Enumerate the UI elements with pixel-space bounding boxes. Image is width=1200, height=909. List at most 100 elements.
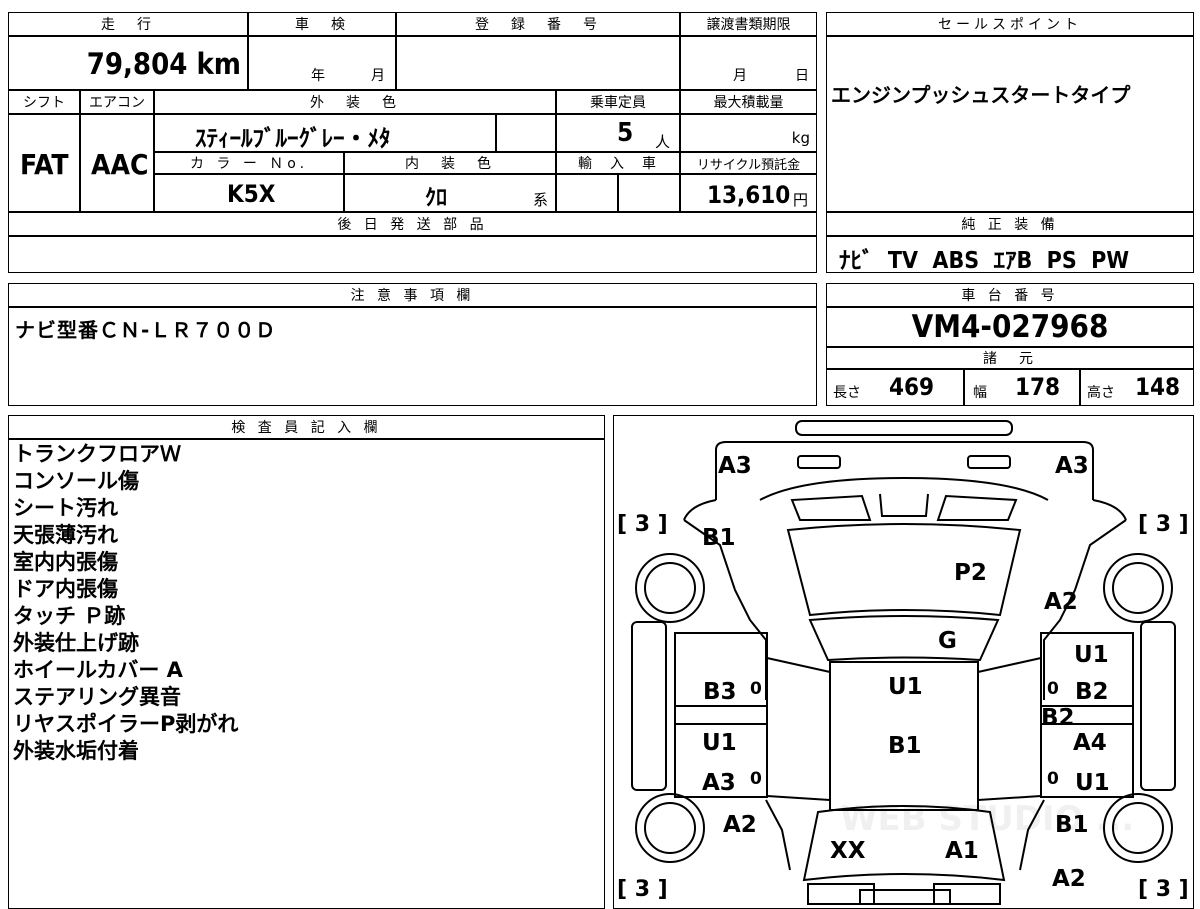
inspector-note: ステアリング異音 bbox=[13, 685, 181, 709]
chassis-label: 車 台 番 号 bbox=[961, 288, 1059, 304]
shift-value: FAT bbox=[20, 148, 69, 181]
wheel-rear-right bbox=[1102, 552, 1173, 623]
damage-mark: A3 bbox=[1055, 453, 1089, 479]
import-cell-a bbox=[556, 174, 618, 212]
wheel-front-left bbox=[634, 792, 705, 863]
capacity-unit: 人 bbox=[655, 133, 671, 151]
notes-cell: ナビ型番ＣＮ-ＬＲ７００Ｄ bbox=[8, 307, 817, 406]
damage-mark: A2 bbox=[1044, 589, 1078, 615]
roof-shape bbox=[808, 614, 999, 661]
width-value: 178 bbox=[1015, 373, 1061, 401]
mileage-cell: 79,804 km bbox=[8, 36, 248, 90]
damage-mark: A1 bbox=[945, 838, 979, 864]
rear-bumper-shape bbox=[794, 419, 1013, 436]
recycle-value: 13,610 bbox=[707, 181, 791, 209]
inspector-note: 外装仕上げ跡 bbox=[13, 631, 139, 655]
rear-light-right bbox=[966, 454, 1011, 469]
recycle-unit: 円 bbox=[793, 191, 809, 209]
maxload-cell: kg bbox=[680, 114, 817, 152]
inspector-note: シート汚れ bbox=[13, 496, 118, 520]
sales-point-value: エンジンプッシュスタートタイプ bbox=[831, 83, 1131, 107]
spoiler-left bbox=[790, 494, 871, 521]
inspector-label: 検 査 員 記 入 欄 bbox=[231, 420, 382, 436]
damage-mark: A2 bbox=[723, 812, 757, 838]
inspection-label: 車 検 bbox=[295, 17, 349, 33]
registration-cell bbox=[396, 36, 680, 90]
notes-value: ナビ型番ＣＮ-ＬＲ７００Ｄ bbox=[15, 318, 277, 342]
mileage-label: 走 行 bbox=[101, 17, 155, 33]
capacity-label: 乗車定員 bbox=[590, 95, 646, 111]
aircon-header: エアコン bbox=[80, 90, 154, 114]
import-cell-b bbox=[618, 174, 680, 212]
height-cell: 高さ 148 bbox=[1080, 369, 1194, 406]
registration-label: 登 録 番 号 bbox=[475, 17, 601, 33]
rear-body-shape bbox=[714, 440, 1094, 500]
zero-mark: 0 bbox=[1047, 679, 1059, 699]
recycle-header: リサイクル預託金 bbox=[680, 152, 817, 174]
aircon-value: AAC bbox=[91, 148, 149, 181]
inspection-header: 車 検 bbox=[248, 12, 396, 36]
ext-color-value: ｽﾃｨｰﾙﾌﾞﾙｰｸﾞﾚｰ・ﾒﾀ bbox=[195, 126, 391, 152]
height-label: 高さ bbox=[1087, 385, 1115, 401]
capacity-value: 5 bbox=[617, 118, 634, 148]
inspection-cell: 年 月 bbox=[248, 36, 396, 90]
sales-point-cell: エンジンプッシュスタートタイプ bbox=[826, 36, 1194, 212]
length-label: 長さ bbox=[833, 385, 861, 401]
aircon-cell: AAC bbox=[80, 114, 154, 212]
int-color-header: 内 装 色 bbox=[344, 152, 556, 174]
ext-color-header: 外 装 色 bbox=[154, 90, 556, 114]
trunk-lid-shape bbox=[759, 476, 1048, 501]
specs-label: 諸 元 bbox=[983, 351, 1037, 367]
right-skirt-shape bbox=[1139, 620, 1176, 791]
equipment-label: 純 正 装 備 bbox=[961, 217, 1059, 233]
int-color-cell: ｸﾛ 系 bbox=[344, 174, 556, 212]
transfer-header: 譲渡書類期限 bbox=[680, 12, 817, 36]
inspector-note: コンソール傷 bbox=[13, 469, 139, 493]
import-label: 輸 入 車 bbox=[578, 156, 658, 172]
right-pillar-line bbox=[977, 656, 1041, 673]
inspector-note: トランクフロアＷ bbox=[13, 442, 181, 466]
damage-mark: B2 bbox=[1041, 705, 1075, 731]
inspector-cell: トランクフロアＷ コンソール傷 シート汚れ 天張薄汚れ 室内内張傷 ドア内張傷 … bbox=[8, 439, 605, 909]
sales-point-header: セールスポイント bbox=[826, 12, 1194, 36]
transfer-day: 日 bbox=[795, 68, 809, 84]
recycle-label: リサイクル預託金 bbox=[696, 157, 801, 173]
chassis-cell: VM4-027968 bbox=[826, 307, 1194, 347]
color-no-header: カ ラ ー Ｎo. bbox=[154, 152, 344, 174]
damage-mark: A2 bbox=[1052, 866, 1086, 892]
recycle-cell: 13,610 円 bbox=[680, 174, 817, 212]
mileage-value: 79,804 km bbox=[86, 47, 241, 81]
ext-color-cell: ｽﾃｨｰﾙﾌﾞﾙｰｸﾞﾚｰ・ﾒﾀ bbox=[154, 114, 496, 152]
damage-diagram-panel: WEB STUDIO ... [ 3 ] [ 3 ] [ 3 ] [ 3 ] 0… bbox=[613, 415, 1194, 909]
left-skirt-shape bbox=[630, 620, 667, 791]
sales-point-label: セールスポイント bbox=[938, 17, 1082, 33]
chassis-value: VM4-027968 bbox=[911, 309, 1109, 345]
length-cell: 長さ 469 bbox=[826, 369, 964, 406]
later-parts-cell bbox=[8, 236, 817, 273]
inspector-note: タッチ Ｐ跡 bbox=[13, 604, 126, 628]
later-parts-label: 後 日 発 送 部 品 bbox=[337, 217, 488, 233]
left-pillar-line bbox=[766, 656, 830, 673]
tire-code: [ 3 ] bbox=[1138, 512, 1189, 537]
equipment-value: ﾅﾋﾞ TV ABS ｴｱB PS PW bbox=[839, 248, 1130, 274]
ext-color-label: 外 装 色 bbox=[310, 95, 400, 111]
shift-header: シフト bbox=[8, 90, 80, 114]
int-color-value: ｸﾛ bbox=[425, 186, 448, 211]
inspector-note: ホイールカバー A bbox=[13, 658, 183, 682]
inspection-month: 月 bbox=[371, 68, 385, 84]
equipment-header: 純 正 装 備 bbox=[826, 212, 1194, 236]
color-no-cell: K5X bbox=[154, 174, 344, 212]
damage-mark: U1 bbox=[702, 730, 737, 756]
wheel-front-left-inner bbox=[643, 801, 696, 854]
damage-mark: A4 bbox=[1073, 730, 1107, 756]
car-diagram: WEB STUDIO ... [ 3 ] [ 3 ] [ 3 ] [ 3 ] 0… bbox=[617, 419, 1189, 905]
headlight-right bbox=[932, 882, 1001, 905]
damage-mark: B3 bbox=[703, 679, 737, 705]
int-color-label: 内 装 色 bbox=[405, 156, 495, 172]
spoiler-right bbox=[936, 494, 1017, 521]
height-value: 148 bbox=[1135, 373, 1181, 401]
damage-mark: A3 bbox=[718, 453, 752, 479]
int-color-suffix: 系 bbox=[533, 191, 549, 209]
headlight-left bbox=[806, 882, 875, 905]
later-parts-header: 後 日 発 送 部 品 bbox=[8, 212, 817, 236]
